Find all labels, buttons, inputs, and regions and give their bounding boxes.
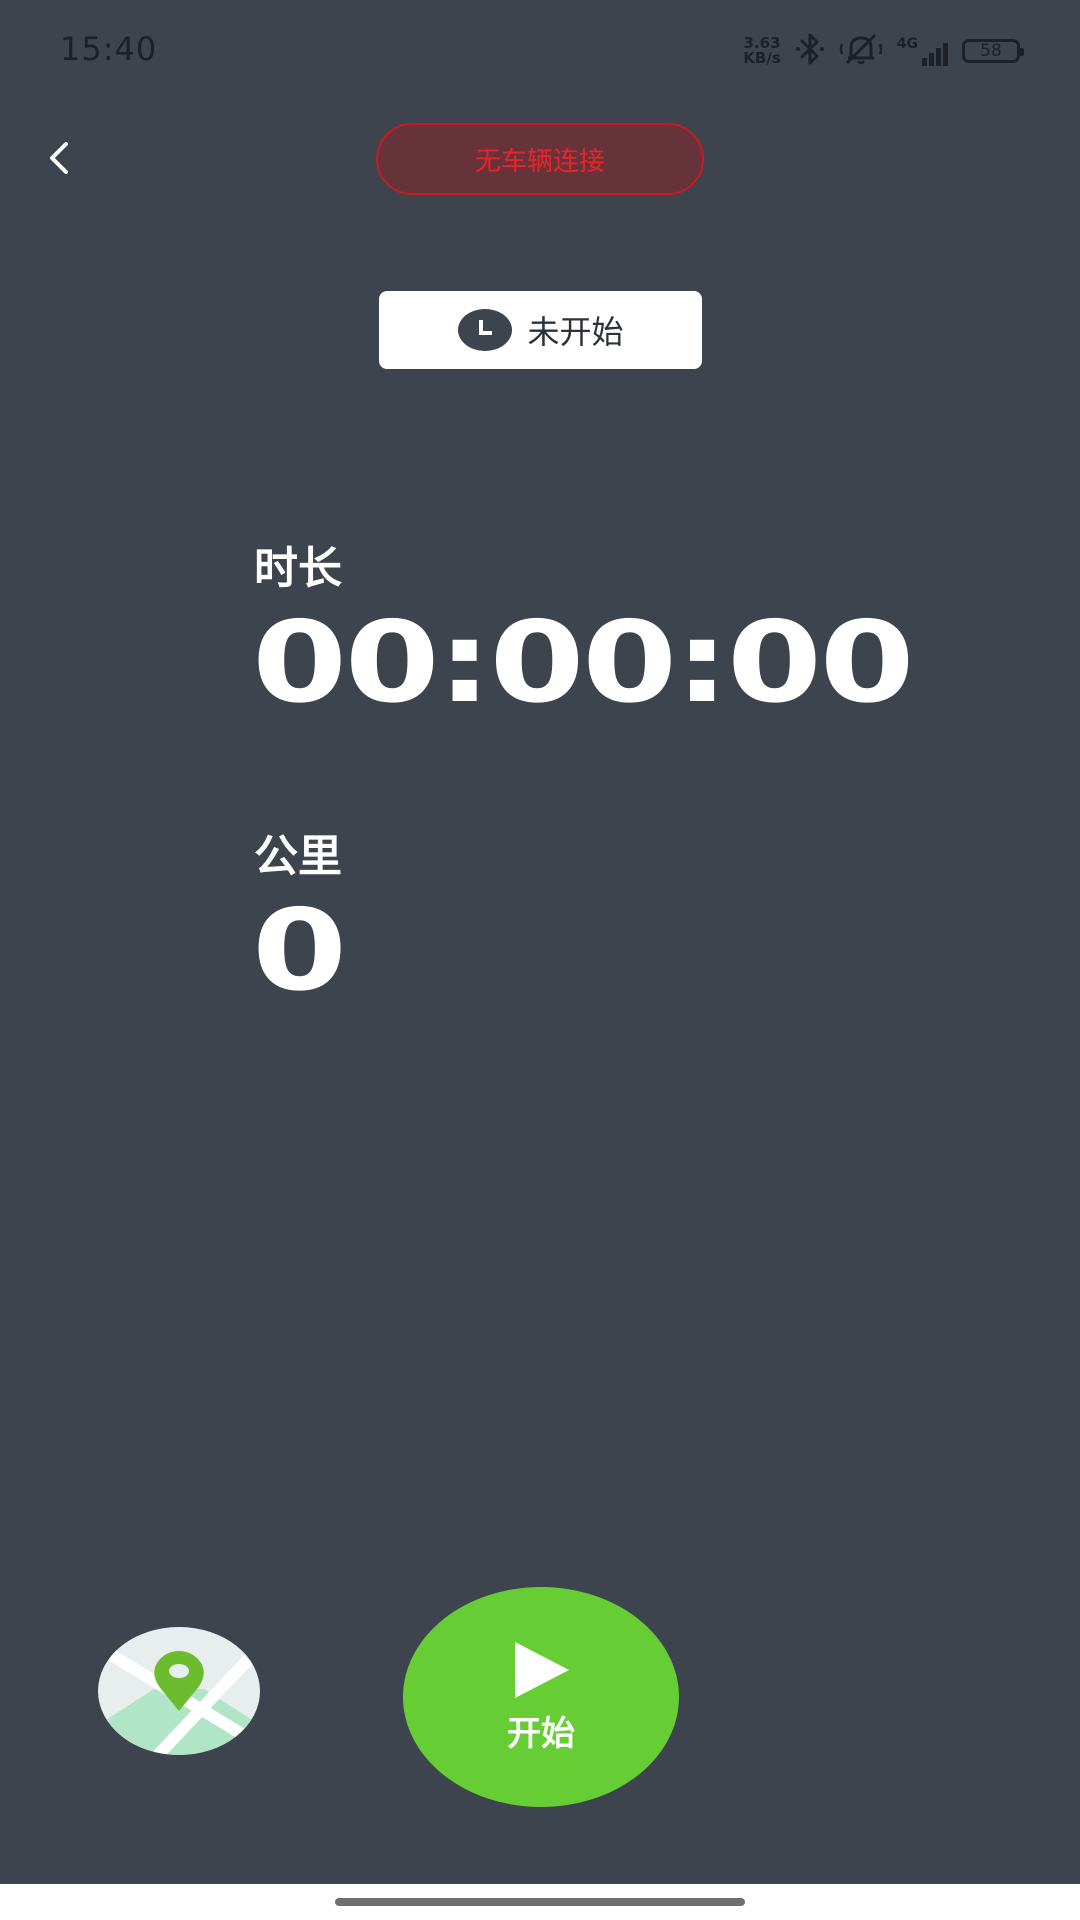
chevron-left-icon xyxy=(50,142,68,174)
home-indicator[interactable] xyxy=(335,1898,745,1906)
signal-bar-3 xyxy=(936,48,941,66)
status-bar: 15:40 3.63 KB/s 4G 58 xyxy=(0,0,1080,100)
cellular-signal: 4G xyxy=(897,36,948,66)
signal-bar-1 xyxy=(922,58,927,66)
distance-value: 0 xyxy=(252,886,348,1016)
ride-status-chip: 未开始 xyxy=(379,291,702,369)
back-button[interactable] xyxy=(30,128,90,188)
network-type: 4G xyxy=(896,36,918,52)
signal-bar-4 xyxy=(943,43,948,66)
status-icons: 3.63 KB/s 4G 58 xyxy=(743,32,1024,70)
duration-label: 时长 xyxy=(254,543,342,594)
connection-status-text: 无车辆连接 xyxy=(474,146,605,177)
signal-bar-2 xyxy=(929,53,934,66)
network-speed-unit: KB/s xyxy=(743,49,781,67)
ride-status-text: 未开始 xyxy=(527,313,624,351)
battery-level: 58 xyxy=(980,41,1002,61)
clock-icon xyxy=(458,309,513,351)
play-icon xyxy=(515,1641,569,1698)
map-button[interactable] xyxy=(98,1627,260,1755)
bluetooth-icon xyxy=(795,32,825,70)
start-label: 开始 xyxy=(507,1713,575,1754)
ride-screen: 15:40 3.63 KB/s 4G 58 无车辆连接 未开始 时长 00:00… xyxy=(0,0,1080,1920)
duration-value: 00:00:00 xyxy=(252,598,915,728)
distance-label: 公里 xyxy=(254,831,342,882)
map-pin-icon xyxy=(98,1627,260,1755)
network-speed: 3.63 KB/s xyxy=(743,36,780,66)
status-time: 15:40 xyxy=(60,30,158,68)
connection-status-pill[interactable]: 无车辆连接 xyxy=(376,123,704,195)
battery-indicator: 58 xyxy=(962,39,1024,63)
start-button[interactable]: 开始 xyxy=(403,1587,679,1807)
bell-off-icon xyxy=(839,32,883,70)
